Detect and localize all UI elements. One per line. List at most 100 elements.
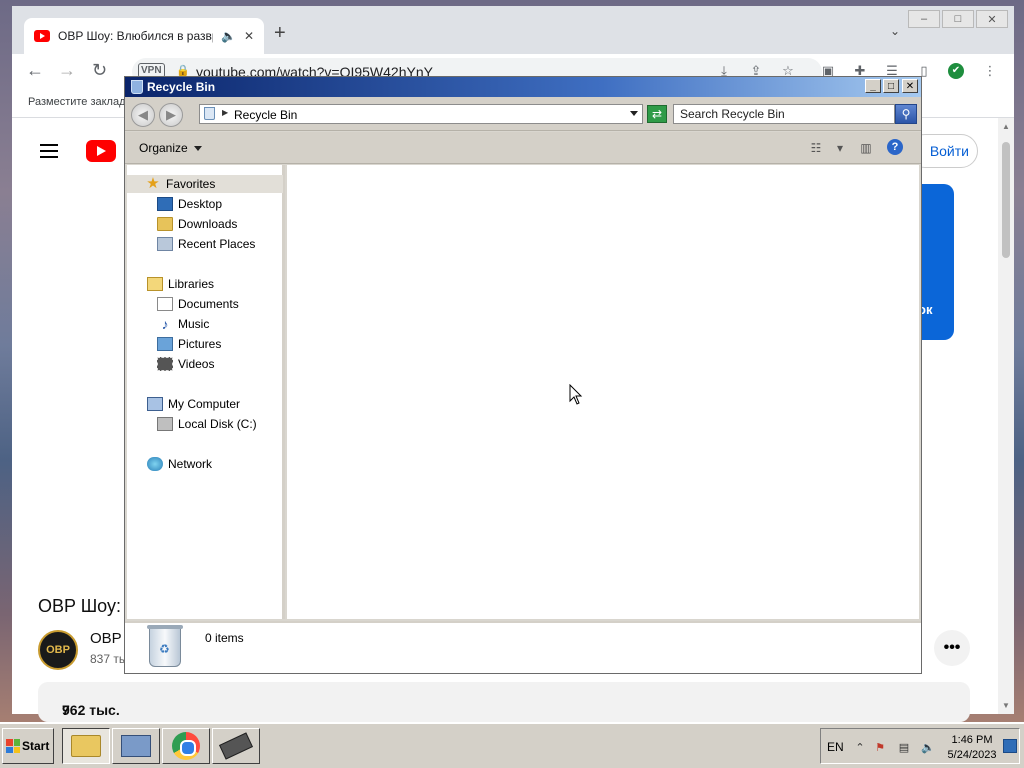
nav-label: My Computer [168,397,241,411]
nav-label: Videos [178,357,215,371]
taskbar-explorer-button[interactable] [62,728,110,764]
organize-label: Organize [139,141,188,155]
nav-recent-places[interactable]: Recent Places [157,235,255,253]
star-icon: ★ [146,175,160,192]
close-button[interactable]: ✕ [902,79,918,93]
organize-button[interactable]: Organize [139,141,202,155]
music-icon: ♪ [161,316,169,332]
language-indicator[interactable]: EN [827,740,844,754]
volume-icon[interactable]: 🔈 [921,740,935,754]
nav-music[interactable]: ♪ Music [157,315,210,333]
maximize-button[interactable]: □ [942,10,974,28]
nav-libraries[interactable]: Libraries [147,275,214,293]
page-scrollbar[interactable]: ▲ ▼ [998,118,1014,714]
nav-label: Desktop [178,197,223,211]
nav-my-computer[interactable]: My Computer [147,395,240,413]
preview-pane-icon[interactable]: ▥ [857,140,875,156]
description-box[interactable]: 762 тыс. просмотров 9 часов назад [38,682,970,750]
channel-avatar[interactable]: OBP [38,630,78,670]
downloads-folder-icon [157,217,173,231]
new-tab-button[interactable]: + [274,22,286,45]
views-dropdown-icon[interactable]: ▾ [831,140,849,156]
keyboard-icon [121,735,151,757]
nav-desktop[interactable]: Desktop [157,195,222,213]
clock-time[interactable]: 1:46 PM [947,734,997,746]
nav-label: Music [178,317,210,331]
maximize-button[interactable]: □ [883,79,899,93]
clock-date[interactable]: 5/24/2023 [943,749,1001,761]
forward-icon[interactable]: → [58,60,76,81]
minimize-button[interactable]: _ [865,79,881,93]
nav-label: Pictures [178,337,222,351]
navigation-pane: ★ Favorites Desktop Downloads Recent Pla… [127,165,285,619]
scrollbar-thumb[interactable] [1002,142,1010,258]
speaker-icon[interactable]: 🔈 [221,29,236,43]
breadcrumb[interactable]: ▶ Recycle Bin [199,104,643,124]
chrome-window-controls: – □ ✕ [908,10,1008,28]
refresh-button[interactable]: ⇄ [647,105,667,123]
nav-videos[interactable]: Videos [157,355,214,373]
forward-icon[interactable]: ▶ [159,103,183,127]
channel-subscribers: 837 ты [90,652,128,666]
nav-network[interactable]: Network [147,455,212,473]
tab-title: OBP Шоу: Влюбился в развра [58,29,213,43]
views-icon[interactable]: ☷ [807,140,825,156]
nav-label: Recent Places [178,237,256,251]
nav-documents[interactable]: Documents [157,295,239,313]
back-icon[interactable]: ◀ [131,103,155,127]
recycle-bin-icon [204,107,215,120]
items-count: 0 items [205,631,244,645]
help-icon[interactable]: ? [887,139,903,155]
folder-icon [71,735,101,757]
youtube-logo[interactable] [86,140,116,162]
search-input[interactable]: Search Recycle Bin [673,104,895,124]
action-center-icon[interactable]: ⚑ [873,740,887,754]
nav-pictures[interactable]: Pictures [157,335,221,353]
show-desktop-icon[interactable] [1003,739,1017,753]
taskbar-keyboard-button[interactable] [112,728,160,764]
hamburger-menu-icon[interactable] [40,144,58,162]
chrome-icon [172,732,200,760]
reload-icon[interactable]: ↻ [92,60,107,81]
network-icon [147,457,163,471]
channel-name[interactable]: OBP [90,630,122,647]
nav-label: Documents [178,297,239,311]
disk-drive-icon [157,417,173,431]
nav-label: Network [168,457,213,471]
taskbar-device-button[interactable] [212,728,260,764]
nav-local-disk[interactable]: Local Disk (C:) [157,415,257,433]
nav-label: Favorites [166,177,216,191]
breadcrumb-item[interactable]: Recycle Bin [234,108,297,122]
recycle-bin-large-icon [147,625,183,667]
window-title-bar[interactable]: Recycle Bin _ □ ✕ [125,77,921,97]
breadcrumb-arrow-icon[interactable]: ▶ [222,108,228,117]
network-tray-icon[interactable]: ▤ [897,740,911,754]
nav-label: Libraries [168,277,215,291]
youtube-favicon-icon [34,30,50,42]
show-hidden-icons-icon[interactable]: ⌃ [853,740,867,754]
minimize-button[interactable]: – [908,10,940,28]
tab-close-icon[interactable]: ✕ [244,29,254,43]
start-button[interactable]: Start [2,728,54,764]
scroll-down-icon[interactable]: ▼ [1002,701,1010,710]
more-actions-button[interactable]: ••• [934,630,970,666]
start-logo-icon [6,739,20,753]
recycle-bin-window: Recycle Bin _ □ ✕ ◀ ▶ ▶ Recycle Bin ⇄ Se… [124,76,922,674]
computer-icon [147,397,163,411]
nav-favorites[interactable]: ★ Favorites [127,175,283,193]
tab-search-chevron-icon[interactable]: ⌄ [890,24,900,38]
nav-downloads[interactable]: Downloads [157,215,237,233]
shield-icon[interactable]: ✔ [948,63,964,79]
back-icon[interactable]: ← [26,60,44,81]
start-label: Start [22,739,50,753]
close-button[interactable]: ✕ [976,10,1008,28]
search-icon[interactable]: ⚲ [895,104,917,124]
browser-tab[interactable]: OBP Шоу: Влюбился в развра 🔈 ✕ [24,18,264,54]
scroll-up-icon[interactable]: ▲ [1002,122,1010,131]
file-list-pane[interactable] [287,165,919,619]
address-dropdown-icon[interactable] [630,111,638,116]
video-title: OBP Шоу: [38,596,121,616]
menu-kebab-icon[interactable]: ⋮ [982,63,998,79]
taskbar-chrome-button[interactable] [162,728,210,764]
command-bar: Organize ☷ ▾ ▥ ? [125,132,921,164]
